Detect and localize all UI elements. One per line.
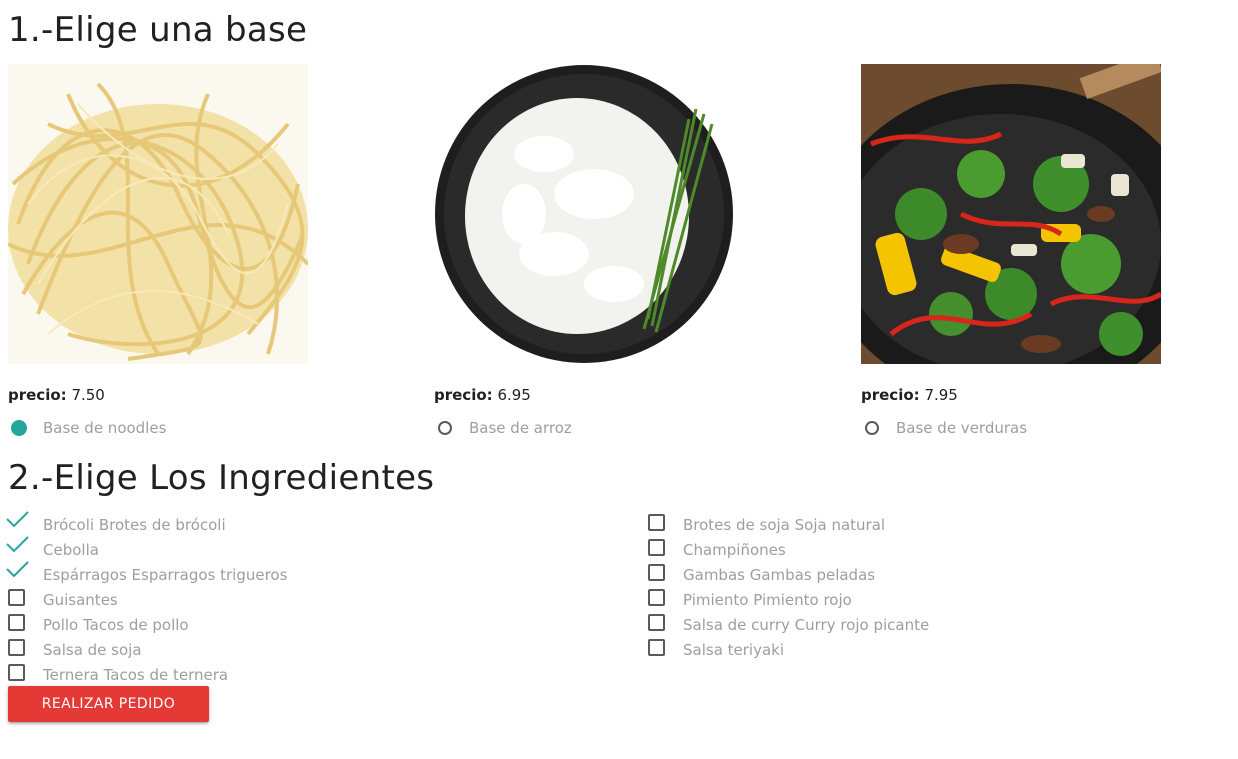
ingredient-checkbox-row[interactable]: Gambas Gambas peladas [648,562,929,587]
ingredient-checkbox-row[interactable]: Champiñones [648,537,929,562]
ingredient-label: Salsa teriyaki [683,640,785,659]
checkbox-empty-icon[interactable] [8,639,25,656]
ingredient-label: Guisantes [43,590,118,609]
base-card-arroz: precio: 6.95 Base de arroz [434,64,734,437]
checkbox-empty-icon[interactable] [8,664,25,681]
ingredient-checkbox-row[interactable]: Ternera Tacos de ternera [8,662,287,687]
checkbox-empty-icon[interactable] [648,514,665,531]
price-arroz: precio: 6.95 [434,386,531,404]
checkbox-empty-icon[interactable] [648,539,665,556]
ingredients-column-right: Brotes de soja Soja natural Champiñones Ga… [648,512,929,662]
checkbox-empty-icon[interactable] [648,564,665,581]
ingredient-checkbox-row[interactable]: Salsa teriyaki [648,637,929,662]
ingredient-label: Espárragos Esparragos trigueros [43,565,288,584]
place-order-button[interactable]: REALIZAR PEDIDO [8,686,209,722]
radio-unselected-indicator[interactable] [438,421,452,435]
radio-unselected-indicator[interactable] [865,421,879,435]
checkbox-empty-icon[interactable] [8,589,25,606]
radio-label-noodles: Base de noodles [43,419,167,437]
ingredient-label: Cebolla [43,540,99,559]
ingredient-label: Salsa de curry Curry rojo picante [683,615,930,634]
radio-label-arroz: Base de arroz [469,419,572,437]
rice-image [434,64,734,364]
ingredient-label: Champiñones [683,540,786,559]
radio-label-verduras: Base de verduras [896,419,1028,437]
ingredient-checkbox-row[interactable]: Espárragos Esparragos trigueros [6,561,288,587]
ingredient-checkbox-row[interactable]: Cebolla [6,536,287,562]
ingredient-checkbox-row[interactable]: Salsa de soja [8,637,287,662]
checkbox-empty-icon[interactable] [648,589,665,606]
ingredient-checkbox-row[interactable]: Brócoli Brotes de brócoli [6,511,287,537]
checkbox-empty-icon[interactable] [8,614,25,631]
radio-base-arroz[interactable]: Base de arroz [434,419,572,437]
price-noodles: precio: 7.50 [8,386,105,404]
ingredient-checkbox-row[interactable]: Pimiento Pimiento rojo [648,587,929,612]
section-title-ingredients: 2.-Elige Los Ingredientes [8,458,435,498]
noodles-image [8,64,308,364]
checkbox-empty-icon[interactable] [648,614,665,631]
ingredient-label: Ternera Tacos de ternera [43,665,229,684]
checkmark-icon[interactable] [6,511,29,531]
radio-base-noodles[interactable]: Base de noodles [8,419,166,437]
ingredient-label: Pimiento Pimiento rojo [683,590,852,609]
base-card-verduras: precio: 7.95 Base de verduras [861,64,1161,437]
vegetables-wok-image [861,64,1161,364]
ingredient-label: Brócoli Brotes de brócoli [43,515,226,534]
base-card-noodles: precio: 7.50 Base de noodles [8,64,308,437]
ingredient-checkbox-row[interactable]: Pollo Tacos de pollo [8,612,287,637]
ingredient-checkbox-row[interactable]: Salsa de curry Curry rojo picante [648,612,929,637]
ingredients-column-left: Brócoli Brotes de brócoli Cebolla Espárrag… [6,511,288,687]
ingredient-checkbox-row[interactable]: Brotes de soja Soja natural [648,512,929,537]
checkbox-empty-icon[interactable] [648,639,665,656]
ingredient-checkbox-row[interactable]: Guisantes [8,587,287,612]
ingredient-label: Gambas Gambas peladas [683,565,876,584]
ingredient-label: Salsa de soja [43,640,142,659]
checkmark-icon[interactable] [6,536,29,556]
checkmark-icon[interactable] [6,561,29,581]
ingredient-label: Brotes de soja Soja natural [683,515,886,534]
price-verduras: precio: 7.95 [861,386,958,404]
ingredient-label: Pollo Tacos de pollo [43,615,189,634]
section-title-base: 1.-Elige una base [8,10,308,50]
radio-selected-indicator[interactable] [11,420,27,436]
radio-base-verduras[interactable]: Base de verduras [861,419,1027,437]
